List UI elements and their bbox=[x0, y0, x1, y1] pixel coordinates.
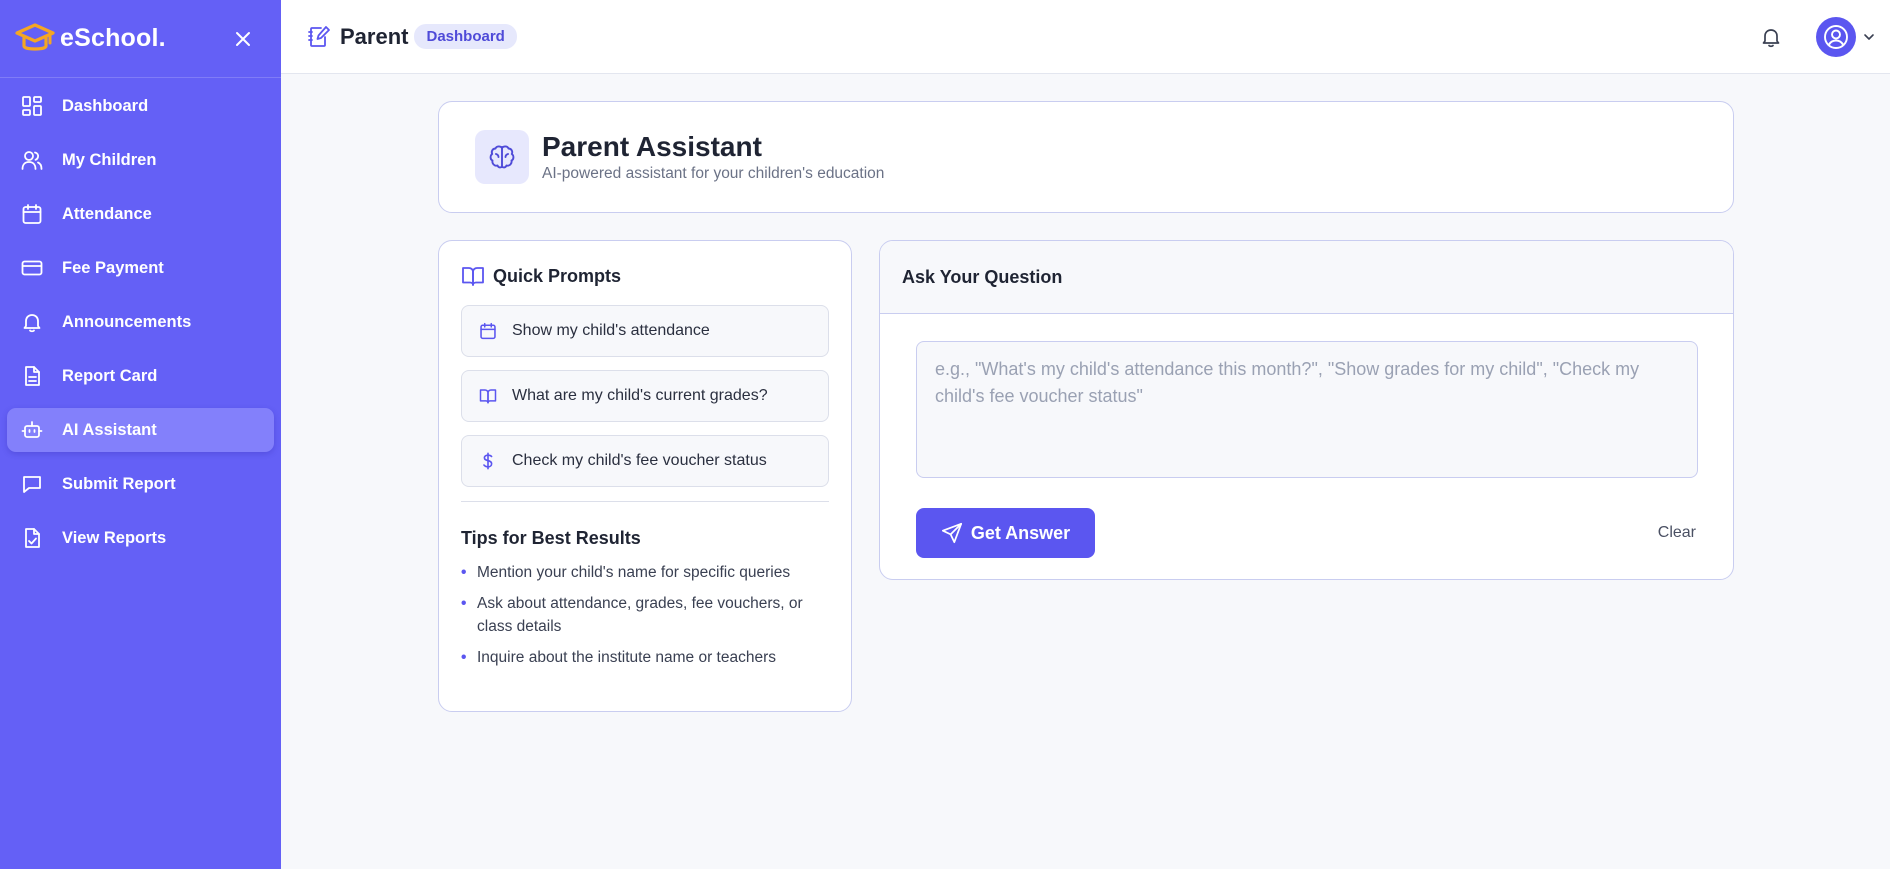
tips-title: Tips for Best Results bbox=[461, 528, 641, 548]
notifications-button[interactable] bbox=[1758, 24, 1784, 50]
get-answer-label: Get Answer bbox=[970, 522, 1071, 543]
dollar-icon bbox=[478, 451, 498, 471]
sidebar-item-announcements[interactable]: Announcements bbox=[7, 300, 274, 344]
sidebar-item-label: Fee Payment bbox=[62, 258, 164, 277]
sidebar-item-dashboard[interactable]: Dashboard bbox=[7, 84, 274, 128]
sidebar-item-label: Dashboard bbox=[62, 96, 149, 115]
file-check-icon bbox=[20, 526, 44, 550]
assistant-title: Parent Assistant bbox=[542, 131, 762, 162]
chevron-down-icon[interactable] bbox=[1862, 30, 1876, 44]
credit-card-icon bbox=[20, 256, 44, 280]
quick-prompt-label: Show my child's attendance bbox=[512, 322, 710, 339]
grid-icon bbox=[20, 94, 44, 118]
sidebar-item-label: Attendance bbox=[62, 204, 152, 223]
bell-icon bbox=[20, 310, 44, 334]
bot-icon bbox=[20, 418, 44, 442]
quick-prompt-grades[interactable]: What are my child's current grades? bbox=[461, 370, 829, 422]
sidebar-item-ai-assistant[interactable]: AI Assistant bbox=[7, 408, 274, 452]
tip-item: Ask about attendance, grades, fee vouche… bbox=[461, 592, 829, 638]
ask-question-title: Ask Your Question bbox=[880, 241, 1733, 314]
assistant-header-card: Parent Assistant AI-powered assistant fo… bbox=[438, 101, 1734, 213]
sidebar-item-label: Report Card bbox=[62, 366, 158, 385]
document-icon bbox=[20, 364, 44, 388]
get-answer-button[interactable]: Get Answer bbox=[916, 508, 1095, 558]
topbar-actions bbox=[1758, 16, 1876, 57]
book-open-icon bbox=[478, 386, 498, 406]
header-text: Parent Assistant AI-powered assistant fo… bbox=[542, 131, 884, 183]
quick-prompts-title: Quick Prompts bbox=[493, 265, 622, 286]
sidebar-item-label: Submit Report bbox=[62, 474, 176, 493]
sidebar-item-submit-report[interactable]: Submit Report bbox=[7, 462, 274, 506]
sidebar-item-label: AI Assistant bbox=[62, 420, 157, 439]
brand-name: eSchool. bbox=[60, 24, 166, 52]
sidebar-item-my-children[interactable]: My Children bbox=[7, 138, 274, 182]
divider bbox=[461, 501, 829, 502]
book-open-icon bbox=[461, 264, 485, 288]
users-icon bbox=[20, 148, 44, 172]
assistant-subtitle: AI-powered assistant for your children's… bbox=[542, 165, 885, 182]
quick-prompt-label: Check my child's fee voucher status bbox=[512, 452, 767, 469]
quick-prompt-fee-voucher[interactable]: Check my child's fee voucher status bbox=[461, 435, 829, 487]
tips-list: Mention your child's name for specific q… bbox=[461, 561, 829, 669]
brand: eSchool. bbox=[0, 0, 281, 78]
quick-prompts-header: Quick Prompts bbox=[461, 263, 829, 289]
dashboard-badge: Dashboard bbox=[414, 24, 517, 49]
sidebar-nav: Dashboard My Children Attendance Fee Pay… bbox=[0, 78, 281, 560]
ask-actions: Get Answer Clear bbox=[916, 508, 1697, 558]
calendar-icon bbox=[20, 202, 44, 226]
topbar: Parent Dashboard bbox=[281, 0, 1890, 74]
sidebar-item-report-card[interactable]: Report Card bbox=[7, 354, 274, 398]
notebook-pen-icon bbox=[307, 25, 331, 49]
tip-item: Inquire about the institute name or teac… bbox=[461, 646, 829, 669]
question-input[interactable] bbox=[916, 341, 1698, 478]
calendar-icon bbox=[478, 321, 498, 341]
sidebar-item-label: Announcements bbox=[62, 312, 192, 331]
user-circle-icon bbox=[1824, 24, 1848, 49]
sidebar-item-attendance[interactable]: Attendance bbox=[7, 192, 274, 236]
user-avatar-button[interactable] bbox=[1816, 16, 1856, 57]
page-title: Parent bbox=[340, 23, 409, 49]
quick-prompts-list: Show my child's attendance What are my c… bbox=[461, 305, 829, 487]
sidebar-item-fee-payment[interactable]: Fee Payment bbox=[7, 246, 274, 290]
tip-item: Mention your child's name for specific q… bbox=[461, 561, 829, 584]
ask-question-card: Ask Your Question Get Answer Clear bbox=[879, 240, 1734, 580]
close-icon bbox=[236, 31, 250, 46]
sidebar: eSchool. Dashboard My Children Attendanc… bbox=[0, 0, 281, 869]
quick-prompt-label: What are my child's current grades? bbox=[512, 387, 768, 404]
sidebar-item-view-reports[interactable]: View Reports bbox=[7, 516, 274, 560]
bell-icon bbox=[1762, 28, 1780, 47]
close-sidebar-button[interactable] bbox=[231, 27, 255, 51]
ask-body: Get Answer Clear bbox=[880, 314, 1733, 579]
brain-icon bbox=[475, 130, 529, 184]
clear-button[interactable]: Clear bbox=[1658, 524, 1696, 542]
graduation-cap-icon bbox=[12, 19, 58, 59]
send-icon bbox=[941, 522, 963, 544]
sidebar-item-label: View Reports bbox=[62, 528, 167, 547]
sidebar-item-label: My Children bbox=[62, 150, 157, 169]
message-square-icon bbox=[20, 472, 44, 496]
quick-prompts-card: Quick Prompts Show my child's attendance… bbox=[438, 240, 852, 712]
quick-prompt-attendance[interactable]: Show my child's attendance bbox=[461, 305, 829, 357]
